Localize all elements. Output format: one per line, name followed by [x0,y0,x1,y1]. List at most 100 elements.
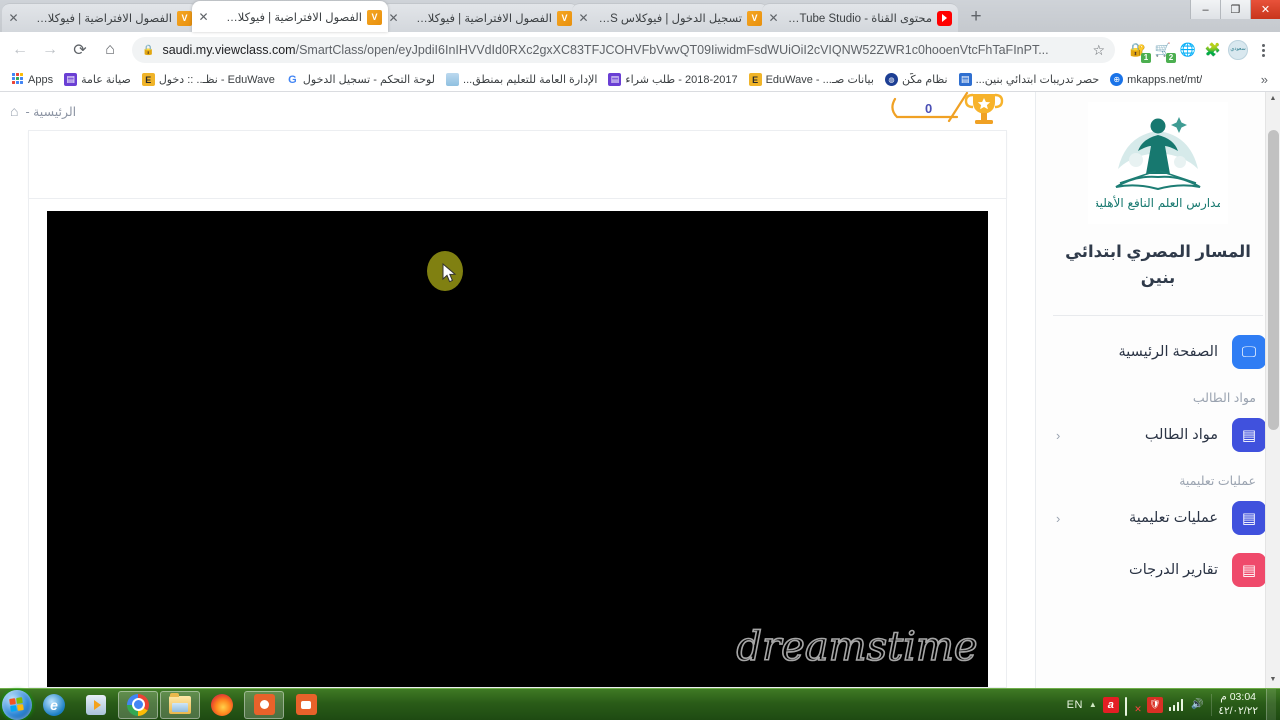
mouse-pointer-icon [442,263,457,283]
wave-icon [446,73,460,86]
volume-icon[interactable]: 🔊 [1189,697,1205,713]
clock-time: 03:04 م [1220,691,1256,704]
firefox-icon [211,693,233,716]
taskbar-screenshot-tool[interactable] [286,691,326,719]
chrome-menu-icon[interactable] [1252,43,1274,57]
grades-icon: ▤ [1232,553,1266,588]
lastpass-icon[interactable]: 🔐 1 [1127,39,1151,63]
scroll-up-icon[interactable]: ▲ [1270,92,1277,105]
close-icon[interactable]: ✕ [196,10,211,25]
browser-toolbar: ← → ⟳ ⌂ 🔒 saudi.my.viewclass.com/SmartCl… [0,32,1280,68]
bookmarks-bar: Apps ▤ صيانة عامة E EduWave - نظـ.. :: د… [0,68,1280,92]
forward-icon[interactable]: → [36,36,64,64]
bookmark-sianah[interactable]: ▤ صيانة عامة [59,71,136,88]
windows-logo-icon [9,697,25,712]
apps-grid-icon [11,73,24,86]
breadcrumb[interactable]: الرئيسية - ⌂ [10,103,76,119]
school-logo: مدارس العلم النافع الأهلية [1088,102,1228,224]
show-hidden-icons-icon[interactable]: ▲ [1089,700,1097,709]
back-icon[interactable]: ← [6,36,34,64]
viewclass-icon: V [367,9,382,25]
maximize-button[interactable]: ❐ [1220,0,1250,19]
browser-tab-2-active[interactable]: V الفصول الافتراضية | فيوكلاس LMS ✕ [192,1,388,32]
page-title: المسار المصري ابتدائي بنين [1065,243,1251,287]
taskbar-media-player[interactable] [76,691,116,719]
browser-tab-4[interactable]: V تسجيل الدخول | فيوكلاس LMS ✕ [572,3,768,32]
taskbar-google-chrome[interactable] [118,690,158,719]
browser-tab-5[interactable]: محتوى القناة - YouTube Studio ✕ [762,3,958,32]
bookmark-purchase-request[interactable]: ▤ 2018-2017 - طلب شراء [603,71,742,88]
idm-globe-icon[interactable]: 🌐 [1177,39,1199,61]
score-value: 0 [925,101,933,116]
school-logo-svg: مدارس العلم النافع الأهلية [1096,117,1220,211]
tab-strip: V الفصول الافتراضية | فيوكلاس LMS ✕ V ال… [0,0,1280,32]
taskbar-firefox[interactable] [202,691,242,719]
close-icon[interactable]: ✕ [6,11,21,26]
puzzle-glyph: 🧩 [1204,42,1222,57]
home-icon[interactable]: ⌂ [96,36,124,64]
sidebar-item-student-materials[interactable]: ▤ مواد الطالب ‹ [1036,409,1280,461]
bookmark-training-survey[interactable]: ▤ حصر تدريبات ابتدائي بنين... [954,71,1105,88]
clock[interactable]: 03:04 م ٤٢/٠٢/٢٢ [1218,691,1260,717]
browser-tab-3[interactable]: V الفصول الافتراضية | فيوكلاس LMS ✕ [382,3,578,32]
chevron-left-icon[interactable]: ‹ [1056,511,1060,526]
bookmark-eduwave-login[interactable]: E EduWave - نظـ.. :: دخول [137,71,280,88]
security-icon[interactable]: 🛡 [1146,696,1163,713]
bookmark-label: mkapps.net/mt/ [1127,73,1203,86]
scroll-down-icon[interactable]: ▼ [1270,673,1277,686]
screen-capture-icon [253,694,275,715]
tab-title: الفصول الافتراضية | فيوكلاس LMS [406,13,552,25]
url-path: /SmartClass/open/eyJpdiI6InIHVVdId0RXc2g… [295,43,1049,57]
avira-icon[interactable]: a [1102,696,1119,713]
new-tab-button[interactable]: + [962,3,990,31]
scrollbar-thumb[interactable] [1267,130,1279,430]
language-indicator[interactable]: EN [1067,699,1083,711]
bookmark-control-panel[interactable]: G لوحة التحكم - تسجيل الدخول [281,71,440,88]
svg-text:مدارس العلم النافع الأهلية: مدارس العلم النافع الأهلية [1096,195,1220,211]
taskbar-file-explorer[interactable] [160,690,200,719]
google-chrome-icon [127,693,149,716]
address-bar[interactable]: 🔒 saudi.my.viewclass.com/SmartClass/open… [132,37,1115,63]
home-icon[interactable]: ⌂ [10,103,18,119]
bookmark-apps[interactable]: Apps [6,71,58,88]
tray-divider [1211,693,1213,716]
page-scrollbar[interactable]: ▲ ▼ [1265,92,1280,688]
trophy-icon [891,92,1004,124]
circle-icon: ◍ [884,73,898,86]
camera-capture-icon [295,694,317,715]
minimize-button[interactable]: – [1190,0,1220,19]
sidebar-item-educational-operations[interactable]: ▤ عمليات تعليمية ‹ [1036,492,1280,544]
bookmark-star-icon[interactable]: ☆ [1092,42,1105,59]
sidebar-item-grade-reports[interactable]: ▤ تقارير الدرجات [1036,544,1280,596]
shopping-cart-icon[interactable]: 🛒 2 [1152,39,1176,63]
show-desktop-button[interactable] [1266,689,1276,720]
breadcrumb-bar: 0 الرئيسية - ⌂ [0,92,1035,130]
bookmark-overflow-icon[interactable]: » [1255,72,1274,87]
profile-avatar-icon[interactable]: سعودي [1227,39,1249,61]
network-error-icon[interactable]: ✕ [1124,696,1142,716]
signal-bars-icon[interactable] [1168,698,1184,711]
lms-sidebar: مدارس العلم النافع الأهلية المسار المصري… [1035,92,1280,688]
video-player[interactable] [47,211,988,687]
taskbar-internet-explorer[interactable]: e [34,691,74,719]
sidebar-section-educational-ops: عمليات تعليمية [1179,474,1256,489]
taskbar-screen-recorder[interactable] [244,690,284,719]
reload-icon[interactable]: ⟳ [66,36,94,64]
book-icon: ▤ [1232,501,1266,536]
purple-doc-icon: ▤ [64,73,78,86]
close-icon[interactable]: ✕ [576,11,591,26]
close-icon[interactable]: ✕ [766,11,781,26]
breadcrumb-text: الرئيسية - [25,104,77,119]
bookmark-education-admin[interactable]: الإدارة العامة للتعليم بمنطق... [441,71,602,88]
puzzle-extensions-icon[interactable]: 🧩 [1202,39,1224,61]
close-window-button[interactable]: ✕ [1250,0,1280,19]
close-icon[interactable]: ✕ [386,11,401,26]
chevron-left-icon[interactable]: ‹ [1056,428,1060,443]
bookmark-eduwave-data[interactable]: E بيانات صـ... - EduWave [744,71,879,88]
start-button[interactable] [2,689,32,720]
sidebar-item-home[interactable]: 🖵 الصفحة الرئيسية [1036,326,1280,378]
browser-tab-1[interactable]: V الفصول الافتراضية | فيوكلاس LMS ✕ [2,3,198,32]
bookmark-makkin[interactable]: ◍ نظام مكّن [880,71,953,88]
bookmark-mkapps[interactable]: ⊕ mkapps.net/mt/ [1105,71,1207,88]
sidebar-section-student-materials: مواد الطالب [1192,391,1256,406]
